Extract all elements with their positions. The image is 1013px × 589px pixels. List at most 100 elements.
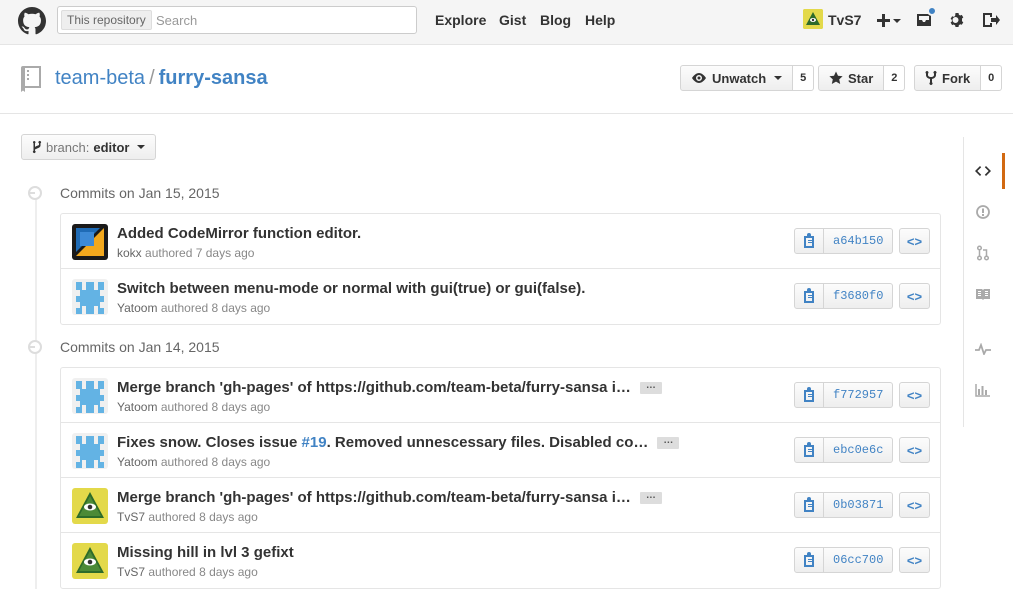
commit-title[interactable]: Merge branch 'gh-pages' of https://githu… <box>117 489 631 506</box>
commit-title[interactable]: Merge branch 'gh-pages' of https://githu… <box>117 379 631 396</box>
commit-sha[interactable]: f3680f0 <box>824 283 894 309</box>
copy-sha-button[interactable] <box>794 437 824 463</box>
commit-group-date: Commits on Jan 14, 2015 <box>60 339 220 355</box>
commit-sha[interactable]: 06cc700 <box>824 547 894 573</box>
sidenav-code[interactable] <box>964 153 1005 189</box>
clipboard-icon <box>804 387 814 402</box>
commit-time: authored 7 days ago <box>145 246 255 260</box>
commit-message[interactable]: Fixes snow. Closes issue #19. Removed un… <box>117 434 680 451</box>
graphs-icon <box>975 384 990 397</box>
commit-author[interactable]: Yatoom <box>117 455 157 469</box>
pulse-icon <box>975 343 991 355</box>
clipboard-icon <box>804 288 814 303</box>
commit-author[interactable]: Yatoom <box>117 301 157 315</box>
repo-icon <box>21 66 41 92</box>
author-avatar[interactable] <box>72 543 108 579</box>
sidenav-issues[interactable] <box>964 194 1002 230</box>
star-button[interactable]: Star <box>818 65 885 91</box>
commit-sha[interactable]: ebc0e6c <box>824 437 894 463</box>
commit-sha[interactable]: 0b03871 <box>824 492 894 518</box>
browse-code-button[interactable]: <> <box>899 382 930 408</box>
commit-row: Missing hill in lvl 3 gefixt TvS7 author… <box>61 533 940 588</box>
wiki-icon <box>976 289 990 300</box>
commit-message[interactable]: Missing hill in lvl 3 gefixt <box>117 544 294 561</box>
create-new-icon[interactable] <box>876 9 902 31</box>
fork-label: Fork <box>942 70 971 86</box>
repo-sidenav <box>963 137 1013 427</box>
commit-author[interactable]: kokx <box>117 246 142 260</box>
commit-time: authored 8 days ago <box>148 510 258 524</box>
commit-group-header: Commits on Jan 14, 2015 <box>28 339 220 355</box>
copy-sha-button[interactable] <box>794 492 824 518</box>
commit-sha-group: 0b03871 <box>794 492 894 518</box>
commit-sha[interactable]: f772957 <box>824 382 894 408</box>
expand-message-button[interactable]: … <box>639 490 662 504</box>
issues-icon <box>976 205 990 219</box>
author-avatar[interactable] <box>72 433 108 469</box>
copy-sha-button[interactable] <box>794 547 824 573</box>
browse-code-button[interactable]: <> <box>899 283 930 309</box>
browse-code-button[interactable]: <> <box>899 437 930 463</box>
clipboard-icon <box>804 233 814 248</box>
unwatch-button[interactable]: Unwatch <box>680 65 794 91</box>
commit-author[interactable]: TvS7 <box>117 510 145 524</box>
commit-sha-group: ebc0e6c <box>794 437 894 463</box>
sign-out-icon[interactable] <box>980 9 1002 31</box>
sidenav-pulse[interactable] <box>964 331 1002 367</box>
sidenav-pull-requests[interactable] <box>964 235 1002 271</box>
issue-link[interactable]: #19 <box>302 434 327 451</box>
search-input[interactable] <box>156 11 406 29</box>
author-avatar[interactable] <box>72 224 108 260</box>
expand-message-button[interactable]: … <box>639 380 662 394</box>
search-box[interactable]: This repository <box>57 6 417 34</box>
commit-title-end[interactable]: . Removed unnescessary files. Disabled c… <box>327 434 649 451</box>
expand-message-button[interactable]: … <box>657 435 680 449</box>
github-logo-icon[interactable] <box>18 7 46 35</box>
commit-message[interactable]: Switch between menu-mode or normal with … <box>117 280 585 297</box>
browse-code-button[interactable]: <> <box>899 547 930 573</box>
branch-selector[interactable]: branch: editor <box>21 134 156 160</box>
browse-code-button[interactable]: <> <box>899 492 930 518</box>
commit-title[interactable]: Missing hill in lvl 3 gefixt <box>117 544 294 561</box>
watchers-count[interactable]: 5 <box>793 65 815 91</box>
repo-header: team-beta / furry-sansa Unwatch 5 Star 2 F… <box>0 46 1013 114</box>
commit-title[interactable]: Added CodeMirror function editor. <box>117 225 361 242</box>
repo-owner-link[interactable]: team-beta <box>55 67 145 89</box>
gear-icon[interactable] <box>946 9 968 31</box>
copy-sha-button[interactable] <box>794 283 824 309</box>
fork-button[interactable]: Fork <box>914 65 982 91</box>
commit-message[interactable]: Merge branch 'gh-pages' of https://githu… <box>117 379 662 396</box>
commit-message[interactable]: Merge branch 'gh-pages' of https://githu… <box>117 489 662 506</box>
code-icon <box>975 166 991 176</box>
commit-title-start[interactable]: Fixes snow. Closes issue <box>117 434 297 451</box>
repo-name-link[interactable]: furry-sansa <box>159 67 268 89</box>
copy-sha-button[interactable] <box>794 382 824 408</box>
copy-sha-button[interactable] <box>794 228 824 254</box>
user-avatar[interactable] <box>803 9 823 29</box>
sidenav-wiki[interactable] <box>964 276 1002 312</box>
nav-blog[interactable]: Blog <box>540 12 571 28</box>
browse-code-button[interactable]: <> <box>899 228 930 254</box>
sidenav-graphs[interactable] <box>964 372 1002 408</box>
commit-meta: Yatoom authored 8 days ago <box>117 301 270 315</box>
stars-count[interactable]: 2 <box>884 65 906 91</box>
commit-list: Added CodeMirror function editor. kokx a… <box>60 213 941 325</box>
star-icon <box>829 71 843 84</box>
author-avatar[interactable] <box>72 378 108 414</box>
user-name[interactable]: TvS7 <box>828 12 861 28</box>
author-avatar[interactable] <box>72 279 108 315</box>
author-avatar[interactable] <box>72 488 108 524</box>
commit-author[interactable]: Yatoom <box>117 400 157 414</box>
commit-message[interactable]: Added CodeMirror function editor. <box>117 225 361 242</box>
commit-sha-group: 06cc700 <box>794 547 894 573</box>
commit-title[interactable]: Switch between menu-mode or normal with … <box>117 280 585 297</box>
commit-sha-group: f772957 <box>794 382 894 408</box>
commit-sha[interactable]: a64b150 <box>824 228 894 254</box>
forks-count[interactable]: 0 <box>981 65 1003 91</box>
nav-explore[interactable]: Explore <box>435 12 486 28</box>
nav-help[interactable]: Help <box>585 12 615 28</box>
commit-time: authored 8 days ago <box>160 455 271 469</box>
nav-gist[interactable]: Gist <box>499 12 526 28</box>
commit-author[interactable]: TvS7 <box>117 565 145 579</box>
repo-title: team-beta / furry-sansa <box>55 67 268 90</box>
